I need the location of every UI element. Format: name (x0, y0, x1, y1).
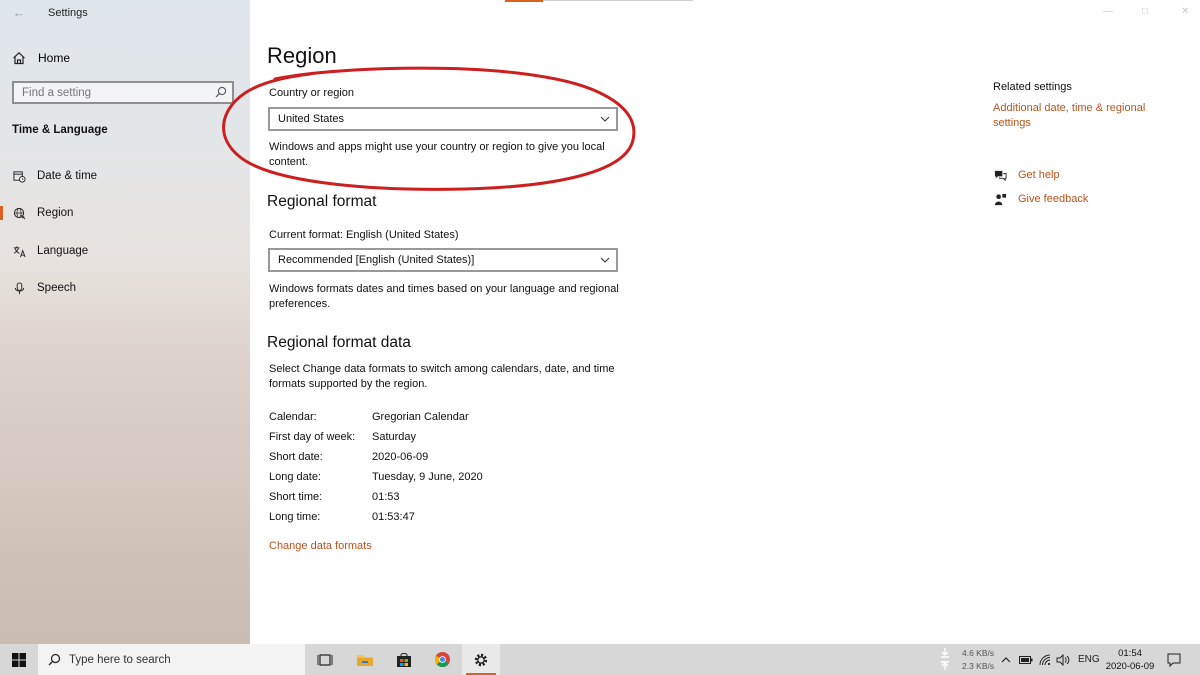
title-bar: ← Settings (0, 0, 250, 28)
format-key: Long date: (269, 471, 321, 483)
show-hidden-icons[interactable] (1001, 644, 1011, 675)
format-value: 01:53 (372, 491, 400, 503)
upload-arrow-icon (941, 661, 949, 670)
notification-icon (1167, 653, 1181, 667)
format-key: Calendar: (269, 411, 317, 423)
taskbar-search-placeholder: Type here to search (69, 653, 171, 666)
regional-format-heading: Regional format (267, 193, 377, 210)
divider (543, 0, 693, 1)
task-view-icon (317, 653, 333, 666)
section-title: Time & Language (12, 124, 108, 136)
home-nav-item[interactable]: Home (12, 48, 70, 68)
focus-accent (505, 0, 543, 2)
page-title: Region (267, 43, 337, 68)
wifi-icon (1039, 654, 1051, 665)
format-key: First day of week: (269, 431, 356, 443)
format-data-heading: Regional format data (267, 334, 411, 351)
clock-date: 2020-06-09 (1105, 661, 1155, 672)
calendar-clock-icon (12, 169, 26, 183)
format-value: Tuesday, 9 June, 2020 (372, 471, 483, 483)
regional-format-dropdown[interactable]: Recommended [English (United States)] (268, 248, 618, 272)
home-icon (13, 51, 25, 65)
format-value: 2020-06-09 (372, 451, 429, 463)
format-key: Short date: (269, 451, 323, 463)
format-key: Short time: (269, 491, 323, 503)
sidebar-item-date-time[interactable]: Date & time (0, 164, 250, 188)
clock-time: 01:54 (1118, 648, 1142, 659)
sidebar-item-speech[interactable]: Speech (0, 276, 250, 300)
microphone-icon (12, 281, 26, 295)
start-button[interactable] (0, 644, 38, 675)
folder-icon (357, 654, 373, 666)
give-feedback-link[interactable]: Give feedback (993, 191, 1088, 207)
app-title: Settings (48, 7, 88, 19)
battery-status[interactable] (1019, 644, 1033, 675)
sidebar-item-label: Language (37, 245, 89, 257)
language-icon (12, 244, 26, 258)
country-label: Country or region (269, 87, 354, 99)
get-help-link[interactable]: Get help (993, 167, 1060, 183)
sidebar-item-label: Region (37, 207, 74, 219)
sidebar-item-label: Date & time (37, 170, 98, 182)
globe-icon (12, 206, 26, 220)
chevron-down-icon (600, 116, 610, 122)
country-value: United States (278, 113, 345, 125)
format-value: Gregorian Calendar (372, 411, 469, 423)
task-view-button[interactable] (306, 644, 344, 675)
regional-format-value: Recommended [English (United States)] (278, 254, 475, 266)
taskbar: Type here to search 4.6 KB/s 2.3 KB/s EN… (0, 644, 1200, 675)
feedback-icon (993, 192, 1007, 206)
close-icon[interactable]: ✕ (1181, 6, 1189, 17)
sidebar-item-label: Speech (37, 282, 77, 294)
format-key: Long time: (269, 511, 321, 523)
maximize-icon[interactable]: □ (1142, 6, 1148, 17)
chat-help-icon (993, 168, 1007, 182)
sidebar-item-language[interactable]: Language (0, 239, 250, 263)
country-dropdown[interactable]: United States (268, 107, 618, 131)
windows-logo-icon (12, 652, 26, 667)
search-icon (48, 653, 61, 666)
format-data-description: Select Change data formats to switch amo… (269, 363, 615, 390)
country-description: Windows and apps might use your country … (269, 141, 605, 168)
taskbar-clock[interactable]: 01:54 2020-06-09 (1100, 647, 1160, 673)
sidebar: ← Settings Home Time & Language Date & t… (0, 0, 250, 644)
chrome-button[interactable] (423, 644, 461, 675)
get-help-label: Get help (1018, 169, 1060, 181)
format-value: Saturday (372, 431, 417, 443)
related-settings-title: Related settings (993, 81, 1072, 93)
chrome-icon (434, 651, 450, 668)
change-data-formats-link[interactable]: Change data formats (269, 540, 372, 552)
minimize-icon[interactable]: — (1103, 6, 1113, 17)
taskbar-search[interactable]: Type here to search (38, 644, 305, 675)
main-content (250, 0, 1200, 644)
additional-date-time-regional-link[interactable]: Additional date, time & regional setting… (993, 101, 1163, 131)
find-setting-input[interactable] (14, 83, 212, 103)
regional-format-description: Windows formats dates and times based on… (269, 283, 619, 310)
action-center-button[interactable] (1167, 644, 1181, 675)
store-bag-icon (397, 652, 411, 667)
net-down-speed: 4.6 KB/s (962, 648, 995, 658)
find-setting-search[interactable] (12, 81, 234, 104)
input-language[interactable]: ENG (1078, 644, 1100, 675)
chevron-down-icon (600, 257, 610, 263)
store-button[interactable] (385, 644, 423, 675)
sidebar-item-region[interactable]: Region (0, 201, 250, 225)
file-explorer-button[interactable] (346, 644, 384, 675)
battery-icon (1019, 655, 1033, 664)
back-arrow-icon[interactable]: ← (10, 5, 28, 21)
net-up-speed: 2.3 KB/s (962, 661, 995, 671)
chevron-up-icon (1001, 656, 1011, 662)
wifi-status[interactable] (1039, 644, 1051, 675)
settings-taskbar-button[interactable] (462, 644, 500, 675)
format-value: 01:53:47 (372, 511, 415, 523)
home-label: Home (38, 51, 71, 65)
give-feedback-label: Give feedback (1018, 193, 1089, 205)
speaker-icon (1056, 653, 1070, 666)
network-speed-meter: 4.6 KB/s 2.3 KB/s (940, 646, 1000, 674)
search-icon[interactable] (215, 86, 227, 98)
download-arrow-icon (941, 648, 949, 658)
current-format-label: Current format: English (United States) (269, 229, 459, 241)
gear-icon (474, 653, 488, 666)
volume-status[interactable] (1056, 644, 1070, 675)
